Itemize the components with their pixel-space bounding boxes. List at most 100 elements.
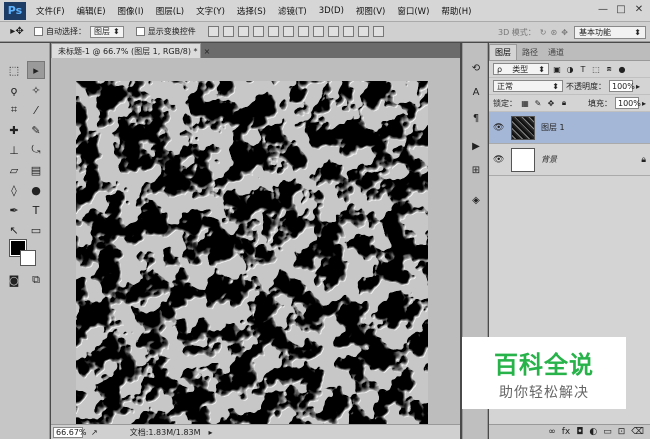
move-tool-preset-icon[interactable]: ▸✥ (4, 25, 30, 39)
opacity-input[interactable]: 100% (609, 80, 635, 92)
adjustment-icon[interactable]: ◐ (589, 427, 597, 437)
menu-select[interactable]: 选择(S) (231, 5, 272, 17)
auto-select-checkbox[interactable]: 自动选择： (34, 26, 86, 37)
menu-filter[interactable]: 滤镜(T) (272, 5, 313, 17)
pen-tool-icon[interactable]: ✒ (5, 201, 23, 219)
distribute-left-icon[interactable] (342, 26, 354, 37)
distribute-right-icon[interactable] (372, 26, 384, 37)
history-brush-icon[interactable]: ⤿ (27, 141, 45, 159)
dodge-tool-icon[interactable]: ● (27, 181, 45, 199)
export-icon[interactable]: ↗ (91, 428, 98, 437)
distribute-center-icon[interactable] (357, 26, 369, 37)
healing-brush-icon[interactable]: ✚ (5, 121, 23, 139)
3d-panel-icon[interactable]: ◈ (467, 191, 485, 209)
filter-type-icon[interactable]: T (578, 64, 588, 74)
move-tool-icon[interactable]: ▸ (27, 61, 45, 79)
blur-tool-icon[interactable]: ◊ (5, 181, 23, 199)
align-right-icon[interactable] (282, 26, 294, 37)
close-button[interactable]: ✕ (630, 2, 648, 16)
fx-icon[interactable]: fx (562, 427, 571, 437)
chevron-right-icon[interactable]: ▸ (642, 99, 646, 108)
path-selection-icon[interactable]: ↖ (5, 221, 23, 239)
lock-transparency-icon[interactable]: ▦ (520, 98, 530, 108)
workspace-dropdown[interactable]: 基本功能 ⬍ (574, 26, 646, 39)
filter-adjustment-icon[interactable]: ◑ (565, 64, 575, 74)
drag-3d-icon[interactable]: ✥ (561, 28, 568, 37)
menu-view[interactable]: 视图(V) (350, 5, 391, 17)
lock-pixels-icon[interactable]: ✎ (533, 98, 543, 108)
align-top-icon[interactable] (207, 26, 219, 37)
gradient-icon[interactable]: ▤ (27, 161, 45, 179)
filter-pixel-icon[interactable]: ▣ (552, 64, 562, 74)
background-color-swatch[interactable] (20, 250, 36, 266)
menu-edit[interactable]: 编辑(E) (71, 5, 112, 17)
clone-stamp-icon[interactable]: ⊥ (5, 141, 23, 159)
blend-row: 正常 ⬍ 不透明度： 100% ▸ (489, 78, 650, 95)
distribute-bottom-icon[interactable] (327, 26, 339, 37)
menu-type[interactable]: 文字(Y) (190, 5, 231, 17)
tab-layers[interactable]: 图层 (489, 44, 517, 60)
character-panel-icon[interactable]: A (467, 83, 485, 101)
properties-panel-icon[interactable]: ⊞ (467, 161, 485, 179)
folder-icon[interactable]: ▭ (603, 427, 612, 437)
new-layer-icon[interactable]: ⊡ (618, 427, 626, 437)
auto-select-dropdown[interactable]: 图层 ⬍ (90, 25, 124, 38)
close-tab-icon[interactable]: × (204, 47, 211, 56)
status-arrow-icon[interactable]: ▸ (209, 428, 213, 437)
tab-paths[interactable]: 路径 (517, 45, 543, 60)
image-canvas[interactable] (76, 81, 428, 432)
link-icon[interactable]: ∞ (548, 427, 556, 437)
rotate-3d-icon[interactable]: ↻ (540, 28, 547, 37)
align-bottom-icon[interactable] (237, 26, 249, 37)
align-buttons[interactable] (207, 26, 384, 37)
align-left-icon[interactable] (252, 26, 264, 37)
menu-layer[interactable]: 图层(L) (150, 5, 190, 17)
rectangle-tool-icon[interactable]: ▭ (27, 221, 45, 239)
crop-tool-icon[interactable]: ⌗ (5, 101, 23, 119)
document-tab[interactable]: 未标题-1 @ 66.7% (图层 1, RGB/8) * × (51, 43, 210, 58)
chevron-right-icon[interactable]: ▸ (636, 82, 640, 91)
menu-3d[interactable]: 3D(D) (313, 6, 350, 16)
trash-icon[interactable]: ⌫ (631, 427, 644, 437)
lock-all-icon[interactable]: 🔒︎ (559, 98, 569, 108)
lock-position-icon[interactable]: ✥ (546, 98, 556, 108)
layer-row-1[interactable]: 👁︎ 图层 1 (489, 112, 650, 144)
eye-icon[interactable]: 👁︎ (493, 123, 505, 133)
distribute-middle-icon[interactable] (312, 26, 324, 37)
actions-panel-icon[interactable]: ▶ (467, 137, 485, 155)
layer-row-background[interactable]: 👁︎ 背景 🔒︎ (489, 144, 650, 176)
minimize-button[interactable]: — (594, 2, 612, 16)
quick-mask-icon[interactable]: ◙ (5, 271, 23, 289)
show-transform-checkbox[interactable]: 显示变换控件 (135, 26, 196, 37)
lasso-tool-icon[interactable]: ϙ (5, 81, 23, 99)
filter-kind-dropdown[interactable]: ρ 类型 ⬍ (493, 63, 549, 75)
blend-mode-dropdown[interactable]: 正常 ⬍ (493, 80, 563, 92)
tab-channels[interactable]: 通道 (543, 45, 569, 60)
roll-3d-icon[interactable]: ⊛ (551, 28, 558, 37)
magic-wand-icon[interactable]: ✧ (27, 81, 45, 99)
filter-toggle-icon[interactable]: ● (617, 64, 627, 74)
filter-shape-icon[interactable]: ⬚ (591, 64, 601, 74)
type-tool-icon[interactable]: T (27, 201, 45, 219)
screen-mode-icon[interactable]: ⧉ (27, 271, 45, 289)
align-middle-icon[interactable] (222, 26, 234, 37)
align-center-icon[interactable] (267, 26, 279, 37)
eraser-icon[interactable]: ▱ (5, 161, 23, 179)
brush-tool-icon[interactable]: ✎ (27, 121, 45, 139)
mask-icon[interactable]: ◘ (576, 427, 583, 437)
eyedropper-icon[interactable]: ⁄ (27, 101, 45, 119)
fill-input[interactable]: 100% (614, 97, 641, 109)
photoshop-logo: Ps (4, 1, 26, 20)
menu-image[interactable]: 图像(I) (112, 5, 150, 17)
menu-help[interactable]: 帮助(H) (435, 5, 477, 17)
menu-window[interactable]: 窗口(W) (391, 5, 435, 17)
zoom-input[interactable]: 66.67% (53, 426, 87, 438)
restore-button[interactable]: □ (612, 2, 630, 16)
marquee-tool-icon[interactable]: ⬚ (5, 61, 23, 79)
filter-smart-icon[interactable]: ⧈ (604, 64, 614, 74)
distribute-top-icon[interactable] (297, 26, 309, 37)
eye-icon[interactable]: 👁︎ (493, 155, 505, 165)
paragraph-panel-icon[interactable]: ¶ (467, 109, 485, 127)
menu-file[interactable]: 文件(F) (30, 5, 71, 17)
history-panel-icon[interactable]: ⟲ (467, 59, 485, 77)
